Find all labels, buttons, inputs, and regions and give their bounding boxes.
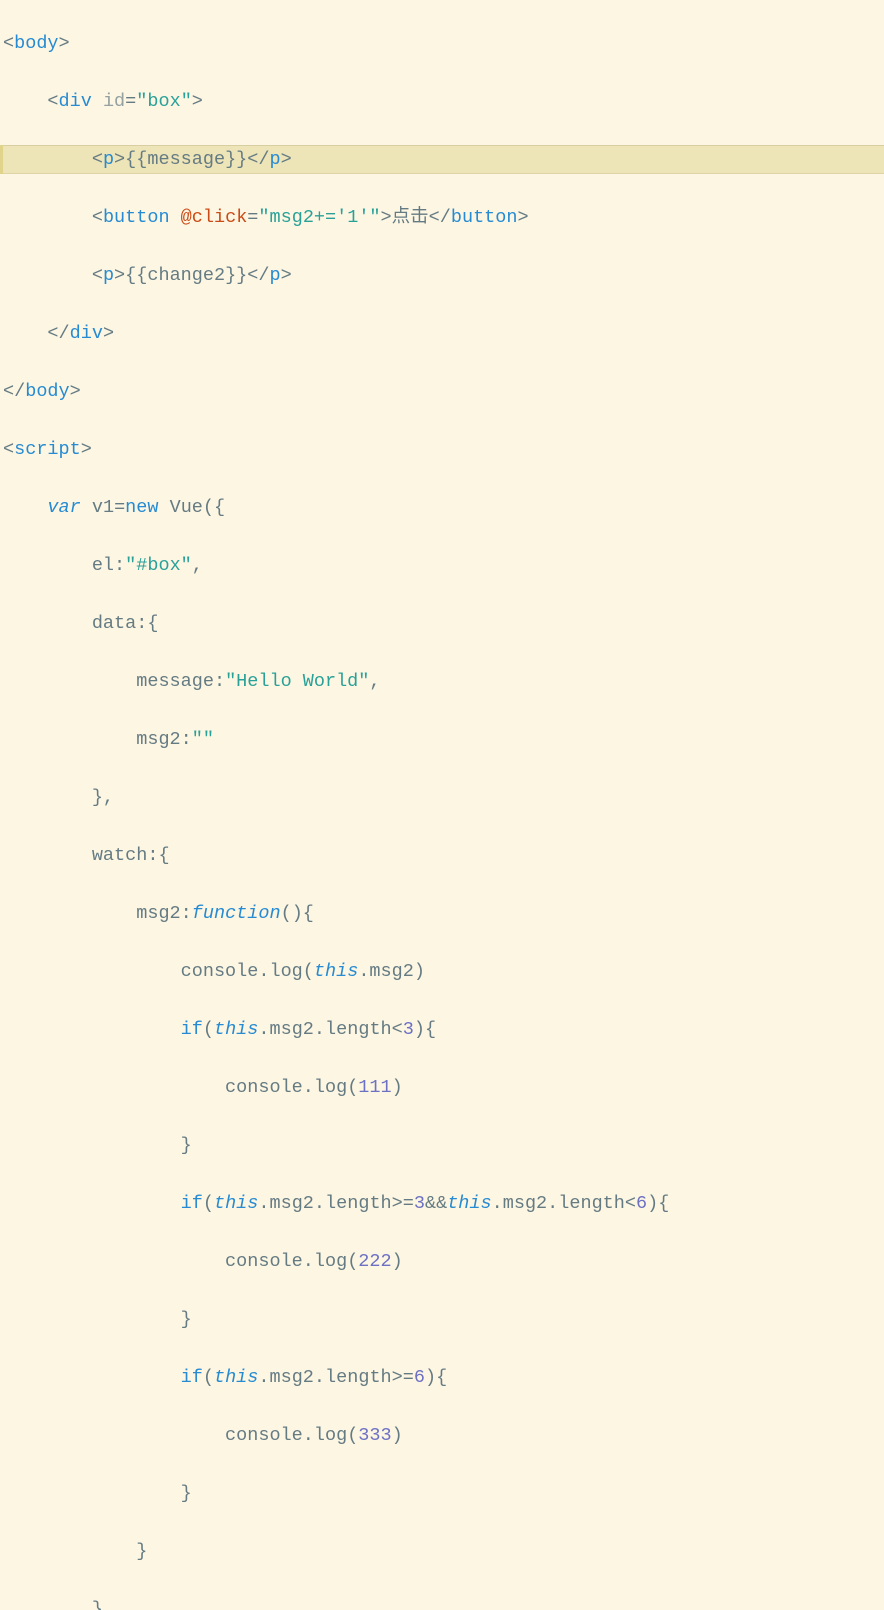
tag-p: p [103, 149, 114, 170]
number-3: 3 [403, 1019, 414, 1040]
code-line: } [0, 1479, 884, 1508]
code-line: } [0, 1537, 884, 1566]
string-box: "#box" [125, 555, 192, 576]
code-line: console.log(222) [0, 1247, 884, 1276]
code-line: data:{ [0, 609, 884, 638]
keyword-if: if [181, 1019, 203, 1040]
code-line: <script> [0, 435, 884, 464]
code-line: msg2:function(){ [0, 899, 884, 928]
attr-value: "box" [136, 91, 192, 112]
number-6: 6 [636, 1193, 647, 1214]
keyword-function: function [192, 903, 281, 924]
code-line: <body> [0, 29, 884, 58]
code-line: } [0, 1131, 884, 1160]
tag-body: body [14, 33, 58, 54]
at-sign: @ [181, 207, 192, 228]
prop-msg2: msg2 [136, 729, 180, 750]
prop-watch: watch [92, 845, 148, 866]
code-line: console.log(333) [0, 1421, 884, 1450]
attr-id: id [103, 91, 125, 112]
variable-v1: v1 [92, 497, 114, 518]
string-empty: "" [192, 729, 214, 750]
mustache-message: {{message}} [125, 149, 247, 170]
string-hello: "Hello World" [225, 671, 369, 692]
code-line: console.log(111) [0, 1073, 884, 1102]
code-line: el:"#box", [0, 551, 884, 580]
console: console [181, 961, 259, 982]
directive-click: click [192, 207, 248, 228]
code-line: </body> [0, 377, 884, 406]
code-line: <p>{{change2}}</p> [0, 261, 884, 290]
class-vue: Vue [170, 497, 203, 518]
code-line: }, [0, 783, 884, 812]
code-line: message:"Hello World", [0, 667, 884, 696]
keyword-var: var [47, 497, 80, 518]
code-line: var v1=new Vue({ [0, 493, 884, 522]
tag-div: div [59, 91, 92, 112]
code-line: if(this.msg2.length>=6){ [0, 1363, 884, 1392]
prop-message: message [136, 671, 214, 692]
prop-el: el [92, 555, 114, 576]
keyword-new: new [125, 497, 158, 518]
code-line: if(this.msg2.length>=3&&this.msg2.length… [0, 1189, 884, 1218]
button-text: 点击 [392, 207, 429, 228]
number-222: 222 [358, 1251, 391, 1272]
code-line: <div id="box"> [0, 87, 884, 116]
watch-msg2: msg2 [136, 903, 180, 924]
bracket: < [3, 33, 14, 54]
log: log [269, 961, 302, 982]
code-line: if(this.msg2.length<3){ [0, 1015, 884, 1044]
code-line: msg2:"" [0, 725, 884, 754]
keyword-this: this [314, 961, 358, 982]
code-line: console.log(this.msg2) [0, 957, 884, 986]
tag-p: p [103, 265, 114, 286]
keyword-if: if [181, 1193, 203, 1214]
number-333: 333 [358, 1425, 391, 1446]
code-line: watch:{ [0, 841, 884, 870]
number-111: 111 [358, 1077, 391, 1098]
code-editor[interactable]: <body> <div id="box"> <p>{{message}}</p>… [0, 0, 884, 1610]
code-line: <button @click="msg2+='1'">点击</button> [0, 203, 884, 232]
code-line: } [0, 1305, 884, 1334]
bracket: > [59, 33, 70, 54]
code-line-highlighted: <p>{{message}}</p> [0, 145, 884, 174]
mustache-change2: {{change2}} [125, 265, 247, 286]
tag-button: button [103, 207, 170, 228]
click-handler: "msg2+='1'" [258, 207, 380, 228]
code-line: }, [0, 1595, 884, 1610]
code-line: </div> [0, 319, 884, 348]
tag-script: script [14, 439, 81, 460]
prop-data: data [92, 613, 136, 634]
keyword-if: if [181, 1367, 203, 1388]
